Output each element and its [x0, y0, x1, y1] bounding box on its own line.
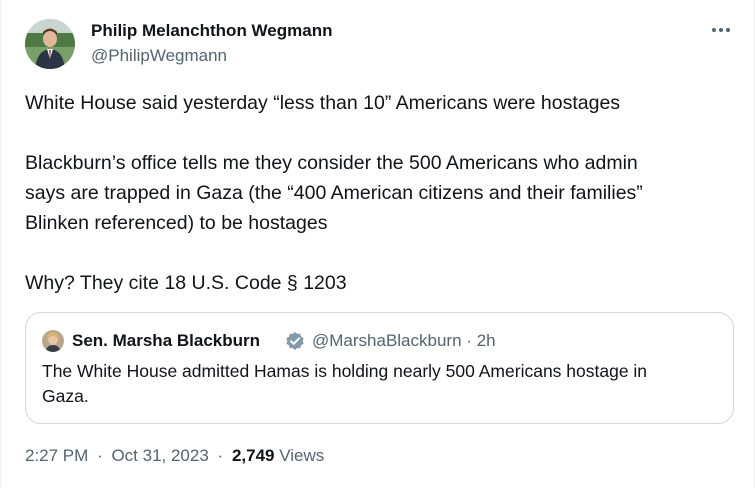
tweet-text-line: Blinken referenced) to be hostages — [25, 212, 328, 234]
meta-separator: · — [97, 446, 103, 465]
more-options-button[interactable] — [707, 20, 735, 40]
tweet-text-line: says are trapped in Gaza (the “400 Ameri… — [25, 182, 643, 204]
quoted-text-line: The White House admitted Hamas is holdin… — [42, 361, 648, 381]
tweet-time[interactable]: 2:27 PM — [25, 446, 88, 465]
meta-separator: · — [217, 446, 224, 465]
tweet-text-line: Why? They cite 18 U.S. Code § 1203 — [25, 272, 347, 294]
quoted-tweet-age[interactable]: 2h — [477, 331, 496, 350]
tweet-meta: 2:27 PM · Oct 31, 2023 · 2,749 Views — [25, 446, 324, 466]
views-count[interactable]: 2,749 — [232, 446, 275, 465]
government-verified-badge-icon — [285, 331, 305, 351]
ellipsis-icon — [711, 27, 731, 33]
meta-separator: · — [466, 331, 472, 350]
quoted-tweet[interactable]: Sen. Marsha Blackburn @MarshaBlackburn ·… — [25, 312, 734, 424]
views-label[interactable]: Views — [279, 446, 324, 465]
tweet-text-line: Blackburn’s office tells me they conside… — [25, 152, 638, 174]
author-handle[interactable]: @PhilipWegmann — [91, 46, 227, 66]
quoted-tweet-text: The White House admitted Hamas is holdin… — [42, 359, 722, 409]
quoted-author-meta: @MarshaBlackburn · 2h — [312, 331, 496, 351]
quoted-text-line: Gaza. — [42, 386, 89, 406]
author-name[interactable]: Philip Melanchthon Wegmann — [91, 21, 332, 41]
tweet-card: Philip Melanchthon Wegmann @PhilipWegman… — [0, 0, 755, 488]
tweet-date[interactable]: Oct 31, 2023 — [111, 446, 208, 465]
author-avatar[interactable] — [25, 19, 75, 69]
quoted-author-handle[interactable]: @MarshaBlackburn — [312, 331, 462, 350]
tweet-text-line: White House said yesterday “less than 10… — [25, 92, 621, 114]
quoted-author-avatar[interactable] — [42, 330, 64, 352]
quoted-author-name[interactable]: Sen. Marsha Blackburn — [72, 331, 260, 351]
